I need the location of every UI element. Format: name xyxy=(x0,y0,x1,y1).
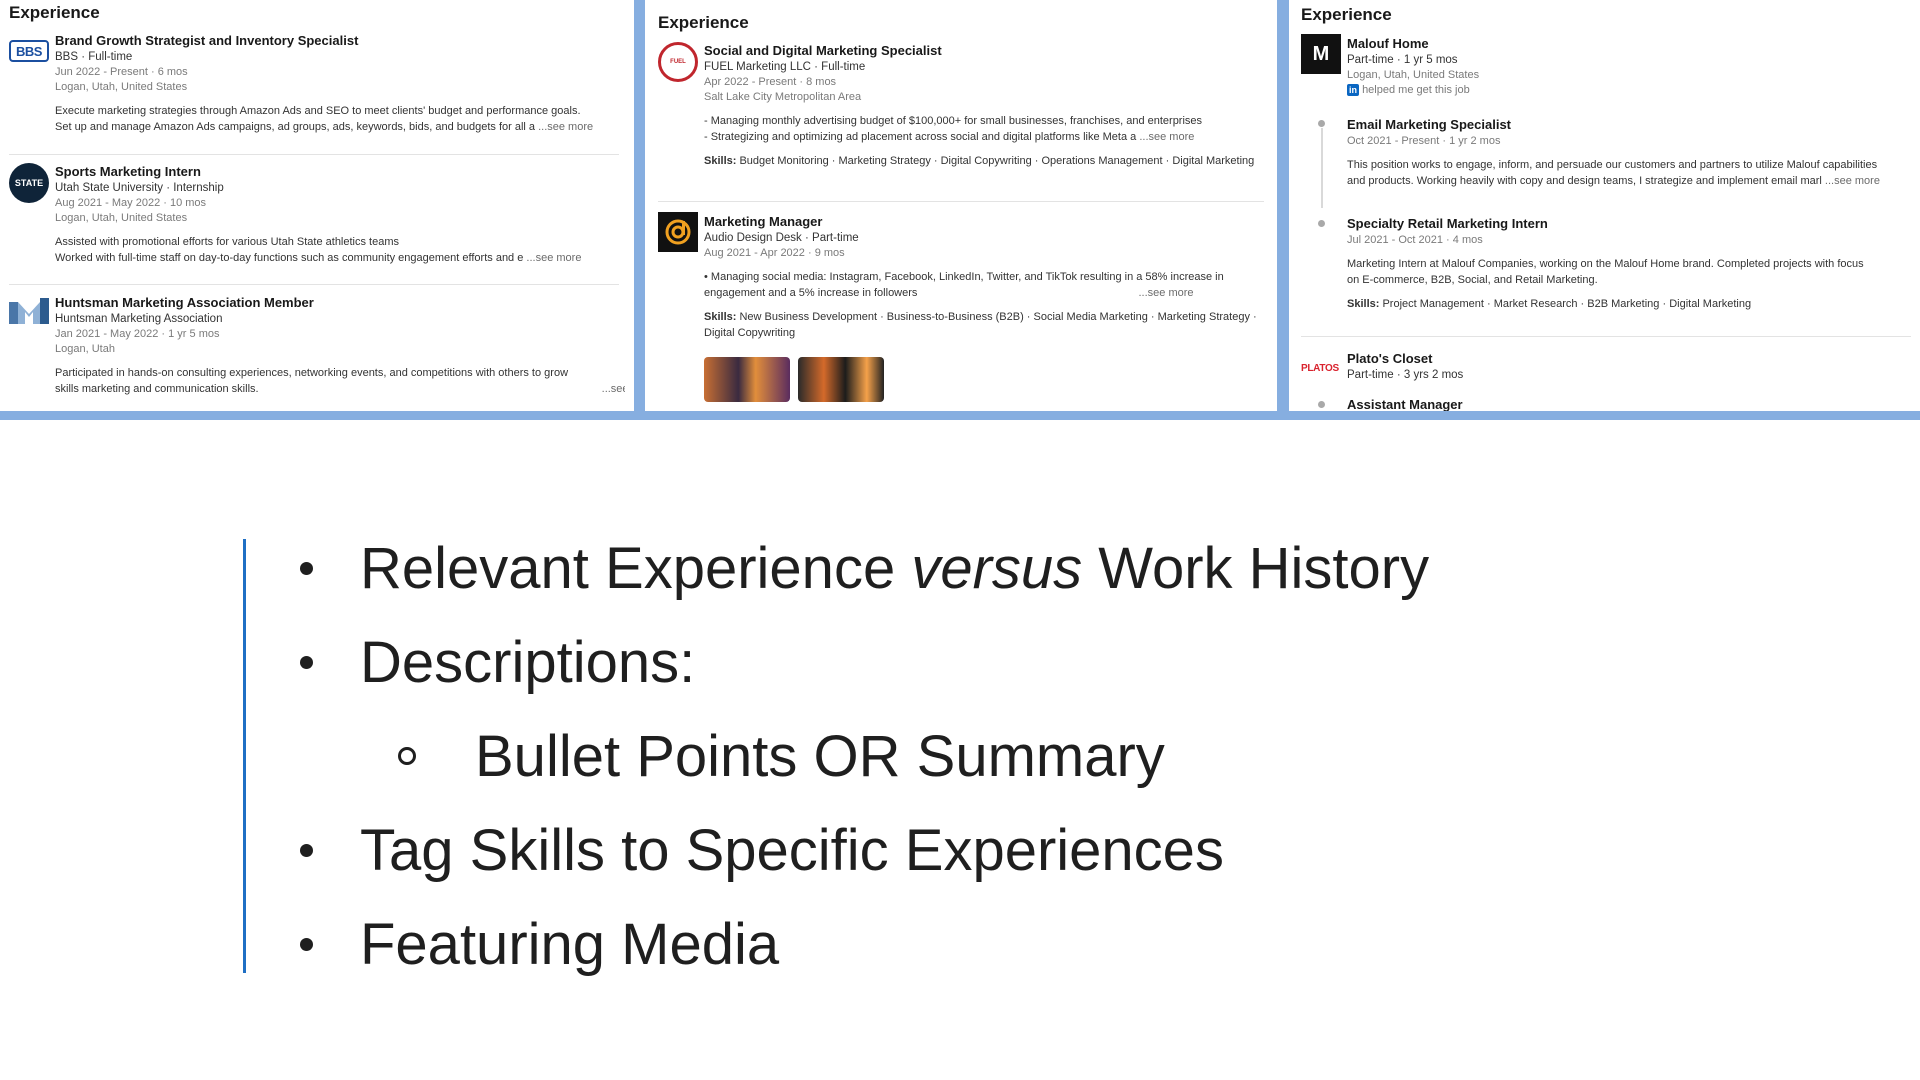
experience-panel-2: Experience FUEL Social and Digital Marke… xyxy=(645,0,1277,411)
job-location: Logan, Utah, United States xyxy=(55,81,188,93)
bullet-disc-icon xyxy=(300,804,340,898)
section-heading: Experience xyxy=(1301,5,1392,24)
bullet-disc-icon xyxy=(300,898,340,992)
section-heading: Experience xyxy=(9,3,100,22)
experience-entry: Sports Marketing Intern Utah State Unive… xyxy=(55,164,625,266)
job-dates: Aug 2021 - May 2022 · 10 mos xyxy=(55,197,207,209)
media-thumbnail[interactable] xyxy=(798,357,884,402)
media-thumbnail[interactable] xyxy=(704,357,790,402)
see-more-link[interactable]: ...see more xyxy=(602,383,625,395)
job-title[interactable]: Specialty Retail Marketing Intern xyxy=(1347,216,1917,231)
job-description: Execute marketing strategies through Ama… xyxy=(55,105,594,133)
job-title[interactable]: Assistant Manager xyxy=(1347,397,1907,411)
divider xyxy=(658,201,1264,202)
job-location: Logan, Utah xyxy=(55,343,115,355)
divider xyxy=(1301,336,1911,337)
job-location: Logan, Utah, United States xyxy=(55,212,188,224)
employment-type: Part-time · 3 yrs 2 mos xyxy=(1347,369,1464,381)
company-group: Plato's Closet Part-time · 3 yrs 2 mos xyxy=(1347,351,1907,381)
linkedin-note: in helped me get this job xyxy=(1347,84,1470,96)
job-title[interactable]: Sports Marketing Intern xyxy=(55,164,625,179)
experience-entry: Social and Digital Marketing Specialist … xyxy=(704,43,1264,169)
timeline-dot xyxy=(1318,401,1325,408)
job-description: This position works to engage, inform, a… xyxy=(1347,159,1880,187)
job-title[interactable]: Social and Digital Marketing Specialist xyxy=(704,43,1264,58)
timeline-dot xyxy=(1318,220,1325,227)
job-location: Salt Lake City Metropolitan Area xyxy=(704,91,862,103)
divider xyxy=(9,284,619,285)
employment-type: Part-time · 1 yr 5 mos xyxy=(1347,54,1458,66)
job-title[interactable]: Email Marketing Specialist xyxy=(1347,117,1917,132)
role-entry: Assistant Manager xyxy=(1347,397,1907,411)
skills-list: Skills: New Business Development · Busin… xyxy=(704,311,1257,339)
job-title[interactable]: Marketing Manager xyxy=(704,214,1264,229)
company-group: Malouf Home Part-time · 1 yr 5 mos Logan… xyxy=(1347,36,1907,96)
timeline-line xyxy=(1321,128,1323,208)
bullet-disc-icon xyxy=(300,616,340,710)
timeline-dot xyxy=(1318,120,1325,127)
job-description: Assisted with promotional efforts for va… xyxy=(55,236,582,264)
job-dates: Jan 2021 - May 2022 · 1 yr 5 mos xyxy=(55,328,220,340)
job-dates: Jun 2022 - Present · 6 mos xyxy=(55,66,188,78)
see-more-link[interactable]: ...see more xyxy=(538,121,593,133)
company-name: BBS · Full-time xyxy=(55,51,133,63)
job-dates: Aug 2021 - Apr 2022 · 9 mos xyxy=(704,247,845,259)
bullet-ring-icon xyxy=(398,710,438,804)
experience-entry: Marketing Manager Audio Design Desk · Pa… xyxy=(704,214,1264,341)
platos-closet-logo-icon: PLATOS xyxy=(1301,363,1339,374)
experience-panel-3: Experience M Malouf Home Part-time · 1 y… xyxy=(1289,0,1920,411)
job-location: Logan, Utah, United States xyxy=(1347,69,1480,81)
job-dates: Oct 2021 - Present · 1 yr 2 mos xyxy=(1347,135,1501,147)
accent-bar xyxy=(243,539,246,973)
see-more-link[interactable]: ...see more xyxy=(526,252,581,264)
see-more-link[interactable]: ...see more xyxy=(1825,175,1880,187)
company-name: Huntsman Marketing Association xyxy=(55,313,223,325)
job-description: Participated in hands-on consulting expe… xyxy=(55,365,625,397)
job-title[interactable]: Brand Growth Strategist and Inventory Sp… xyxy=(55,33,625,48)
company-name: Utah State University · Internship xyxy=(55,182,224,194)
job-description: • Managing social media: Instagram, Face… xyxy=(704,271,1224,299)
role-entry: Email Marketing Specialist Oct 2021 - Pr… xyxy=(1347,117,1917,189)
screenshot-strip: Experience BBS Brand Growth Strategist a… xyxy=(0,0,1920,420)
job-description: Marketing Intern at Malouf Companies, wo… xyxy=(1347,258,1864,286)
divider xyxy=(9,154,619,155)
company-name: FUEL Marketing LLC · Full-time xyxy=(704,61,866,73)
see-more-link[interactable]: ...see more xyxy=(1139,131,1194,143)
experience-entry: Brand Growth Strategist and Inventory Sp… xyxy=(55,33,625,135)
section-heading: Experience xyxy=(658,13,749,32)
company-name[interactable]: Plato's Closet xyxy=(1347,351,1907,366)
linkedin-icon: in xyxy=(1347,84,1359,96)
experience-entry: Huntsman Marketing Association Member Hu… xyxy=(55,295,625,397)
huntsman-logo-icon xyxy=(9,296,49,333)
experience-panel-1: Experience BBS Brand Growth Strategist a… xyxy=(0,0,634,411)
skills-list: Skills: Budget Monitoring · Marketing St… xyxy=(704,155,1255,167)
bullet-disc-icon xyxy=(300,522,340,616)
see-more-link[interactable]: ...see more xyxy=(1138,287,1193,299)
job-dates: Jul 2021 - Oct 2021 · 4 mos xyxy=(1347,234,1483,246)
job-dates: Apr 2022 - Present · 8 mos xyxy=(704,76,837,88)
company-name[interactable]: Malouf Home xyxy=(1347,36,1907,51)
company-name: Audio Design Desk · Part-time xyxy=(704,232,859,244)
skills-list: Skills: Project Management · Market Rese… xyxy=(1347,298,1752,310)
role-entry: Specialty Retail Marketing Intern Jul 20… xyxy=(1347,216,1917,312)
job-title[interactable]: Huntsman Marketing Association Member xyxy=(55,295,625,310)
job-description: - Managing monthly advertising budget of… xyxy=(704,115,1203,143)
